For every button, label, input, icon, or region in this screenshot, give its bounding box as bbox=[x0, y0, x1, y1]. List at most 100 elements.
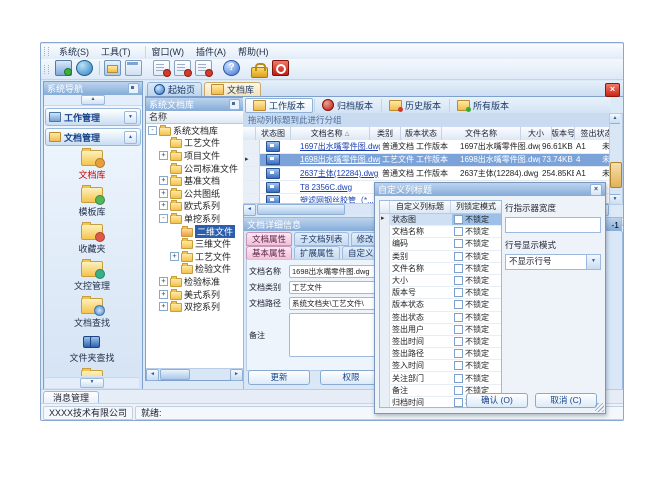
scroll-left-icon[interactable]: ◄ bbox=[146, 369, 159, 381]
pc-check-icon[interactable] bbox=[55, 60, 72, 76]
tree-node[interactable]: + 基准文档 bbox=[146, 174, 243, 187]
menu-item[interactable]: 窗口(W) bbox=[145, 46, 191, 58]
detail-tab[interactable]: 子文档列表 bbox=[294, 232, 349, 246]
scroll-down-icon[interactable]: ▼ bbox=[610, 194, 620, 204]
doc-name-link[interactable]: T8 2356C.dwg bbox=[298, 183, 380, 192]
lock-checkbox[interactable] bbox=[454, 349, 463, 358]
permission-button[interactable]: 权限 bbox=[320, 370, 382, 385]
scroll-left-icon[interactable]: ◄ bbox=[243, 204, 256, 216]
row-number-mode-dropdown[interactable]: 不显示行号 ▼ bbox=[505, 254, 601, 270]
expander-icon[interactable]: + bbox=[159, 189, 168, 198]
expander-icon[interactable]: - bbox=[159, 214, 168, 223]
expander-icon[interactable]: + bbox=[159, 151, 168, 160]
folder-open-icon[interactable] bbox=[104, 60, 121, 76]
dialog-grid-row[interactable]: 类别 不锁定 bbox=[380, 251, 501, 263]
indicator-width-input[interactable] bbox=[506, 218, 621, 232]
menu-item[interactable]: 系统(S) bbox=[53, 46, 95, 58]
doc-type-field[interactable]: 工艺文件 bbox=[289, 281, 385, 294]
doc-action-icon-1[interactable] bbox=[153, 60, 170, 76]
menu-item[interactable]: 插件(A) bbox=[190, 46, 232, 58]
lock-checkbox[interactable] bbox=[454, 264, 463, 273]
detail-subtab[interactable]: 扩展属性 bbox=[294, 246, 340, 260]
expander-icon[interactable]: + bbox=[159, 176, 168, 185]
scrollbar-thumb[interactable] bbox=[257, 204, 345, 215]
lock-checkbox[interactable] bbox=[454, 252, 463, 261]
lock-checkbox[interactable] bbox=[454, 239, 463, 248]
cancel-button[interactable]: 取消 (C) bbox=[535, 393, 597, 408]
column-header[interactable]: 版本号 bbox=[552, 127, 575, 140]
lock-checkbox[interactable] bbox=[454, 227, 463, 236]
expander-icon[interactable]: + bbox=[170, 252, 179, 261]
toolbar-grip[interactable] bbox=[44, 47, 49, 56]
tree-node[interactable]: 公司标准文件 bbox=[146, 162, 243, 175]
version-tab[interactable]: 历史版本 bbox=[381, 99, 448, 112]
expander-icon[interactable]: + bbox=[159, 277, 168, 286]
doc-action-icon-3[interactable] bbox=[195, 60, 212, 76]
scroll-up-icon[interactable]: ▲ bbox=[610, 114, 620, 124]
tree-node[interactable]: + 工艺文件 bbox=[146, 250, 243, 263]
tree-node[interactable]: + 美式系列 bbox=[146, 288, 243, 301]
column-header[interactable]: 文件名称 bbox=[442, 127, 521, 140]
window-split-icon[interactable] bbox=[125, 60, 142, 76]
doc-tab[interactable]: 起始页 bbox=[147, 82, 202, 96]
lock-icon[interactable] bbox=[251, 67, 268, 78]
menu-item[interactable]: 工具(T) bbox=[95, 46, 137, 58]
dialog-grid-row[interactable]: 文件名称 不锁定 bbox=[380, 263, 501, 275]
version-tab[interactable]: 工作版本 bbox=[245, 98, 313, 113]
doc-name-link[interactable]: 塑滤网钢丝胶管（*... bbox=[298, 195, 380, 203]
dialog-grid-row[interactable]: 版本状态 不锁定 bbox=[380, 299, 501, 311]
sidebar-item[interactable]: 文控管理 bbox=[74, 261, 110, 292]
sidebar-item[interactable]: 收藏夹 bbox=[78, 224, 105, 255]
dialog-grid-row[interactable]: 文档名称 不锁定 bbox=[380, 226, 501, 238]
chevron-icon[interactable]: ▼ bbox=[124, 111, 137, 124]
doc-tab[interactable]: 文档库 bbox=[204, 82, 261, 96]
scrollbar-thumb[interactable] bbox=[160, 369, 190, 380]
lock-checkbox[interactable] bbox=[454, 386, 463, 395]
tree-node[interactable]: 检验文件 bbox=[146, 263, 243, 276]
column-header[interactable]: 签出状态 bbox=[575, 127, 609, 140]
group-work-management[interactable]: 工作管理 ▼ bbox=[45, 108, 141, 126]
dialog-grid-row[interactable]: 大小 不锁定 bbox=[380, 275, 501, 287]
group-by-bar[interactable]: 拖动列标题到此进行分组 bbox=[243, 113, 614, 128]
lock-checkbox[interactable] bbox=[454, 215, 463, 224]
lock-checkbox[interactable] bbox=[454, 398, 463, 407]
chevron-down-icon[interactable]: ▼ bbox=[586, 255, 600, 269]
detail-subtab[interactable]: 基本属性 bbox=[246, 246, 292, 260]
expander-icon[interactable]: + bbox=[159, 290, 168, 299]
tree-node[interactable]: - 系统文档库 bbox=[146, 124, 243, 137]
column-header[interactable]: 类别 bbox=[370, 127, 401, 140]
tree-node[interactable]: 二维文件 bbox=[146, 225, 243, 238]
column-title-header[interactable]: 自定义列标题 bbox=[390, 201, 451, 213]
stop-icon[interactable] bbox=[272, 60, 289, 76]
remark-field[interactable] bbox=[289, 313, 385, 357]
help-icon[interactable] bbox=[223, 60, 240, 76]
dialog-grid-row[interactable]: 关注部门 不锁定 bbox=[380, 372, 501, 384]
scroll-right-icon[interactable]: ► bbox=[230, 369, 243, 381]
tree-node[interactable]: + 双挖系列 bbox=[146, 300, 243, 313]
tree-node[interactable]: 工艺文件 bbox=[146, 137, 243, 150]
doc-path-field[interactable]: 系统文档夹\工艺文件\ bbox=[289, 297, 385, 310]
update-button[interactable]: 更新 bbox=[248, 370, 310, 385]
dialog-grid-row[interactable]: 版本号 不锁定 bbox=[380, 287, 501, 299]
ok-button[interactable]: 确认 (O) bbox=[466, 393, 528, 408]
menu-item[interactable]: 帮助(H) bbox=[232, 46, 275, 58]
tree-node[interactable]: + 项目文件 bbox=[146, 149, 243, 162]
dialog-grid-row[interactable]: 签出时间 不锁定 bbox=[380, 336, 501, 348]
tree-node[interactable]: - 单挖系列 bbox=[146, 212, 243, 225]
lock-checkbox[interactable] bbox=[454, 313, 463, 322]
spinner-down-icon[interactable]: ▼ bbox=[621, 225, 624, 233]
sidebar-item[interactable]: 签出的文档 bbox=[69, 370, 114, 376]
scroll-up-icon[interactable]: ▲ bbox=[81, 95, 105, 105]
doc-name-field[interactable]: 1698出水嘴零件图.dwg bbox=[289, 265, 385, 278]
tree-node[interactable]: + 欧式系列 bbox=[146, 200, 243, 213]
pin-icon[interactable] bbox=[229, 99, 240, 110]
dialog-grid-row[interactable]: 签出状态 不锁定 bbox=[380, 312, 501, 324]
version-tab[interactable]: 所有版本 bbox=[449, 99, 516, 112]
dialog-grid-row[interactable]: 状态图 不锁定 bbox=[380, 214, 501, 226]
table-row[interactable]: 1697出水嘴零件图.dwg 普通文档 工作版本 1697出水嘴零件图.dwg … bbox=[243, 140, 609, 154]
lock-checkbox[interactable] bbox=[454, 288, 463, 297]
lock-checkbox[interactable] bbox=[454, 337, 463, 346]
sidebar-item[interactable]: 文档查找 bbox=[74, 298, 110, 329]
expander-icon[interactable]: + bbox=[159, 201, 168, 210]
tree-node[interactable]: 三维文件 bbox=[146, 237, 243, 250]
